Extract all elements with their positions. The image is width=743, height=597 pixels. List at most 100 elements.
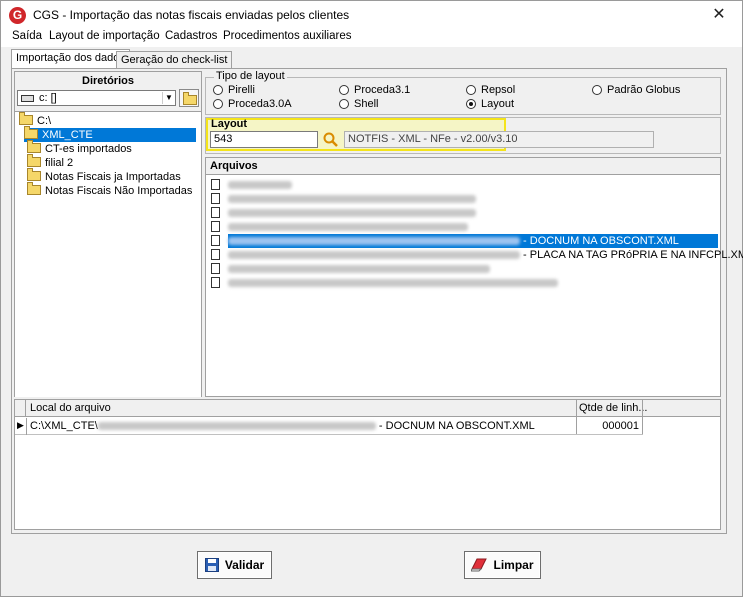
file-icon (211, 207, 220, 218)
menu-layout-importacao[interactable]: Layout de importação (49, 30, 160, 42)
validate-button-label: Validar (224, 558, 265, 572)
layout-code-input[interactable]: 543 (210, 131, 318, 148)
folder-icon (27, 154, 41, 167)
file-row[interactable] (206, 276, 720, 290)
menu-saida[interactable]: Saída (12, 30, 42, 42)
tree-item-xml-cte[interactable]: XML_CTE (24, 126, 196, 142)
radio-shell[interactable]: Shell (339, 98, 378, 110)
radio-icon (213, 85, 223, 95)
radio-icon (466, 85, 476, 95)
menu-procedimentos-auxiliares[interactable]: Procedimentos auxiliares (223, 30, 351, 42)
radio-label: Proceda3.1 (354, 84, 411, 96)
file-icon (211, 235, 220, 246)
files-list: - DOCNUM NA OBSCONT.XML - PLACA NA TAG P… (206, 177, 743, 397)
radio-icon (339, 85, 349, 95)
tab-geracao-check-list[interactable]: Geração do check-list (116, 51, 233, 69)
grid-cell-path: C:\XML_CTE\ - DOCNUM NA OBSCONT.XML (30, 420, 535, 432)
tab-importacao-dados[interactable]: Importação dos dados (11, 49, 130, 69)
directories-header: Diretórios (82, 75, 134, 87)
tree-item-notas-ja-importadas[interactable]: Notas Fiscais ja Importadas (27, 168, 181, 184)
file-row[interactable] (206, 220, 720, 234)
validate-button[interactable]: Validar (197, 551, 272, 579)
search-icon[interactable] (322, 131, 340, 148)
row-indicator-icon: ▶ (17, 420, 24, 430)
radio-padrao-globus[interactable]: Padrão Globus (592, 84, 680, 96)
grid-row[interactable]: ▶ C:\XML_CTE\ - DOCNUM NA OBSCONT.XML 00… (15, 418, 643, 435)
radio-icon (592, 85, 602, 95)
radio-pirelli[interactable]: Pirelli (213, 84, 255, 96)
radio-proceda31[interactable]: Proceda3.1 (339, 84, 410, 96)
tree-item-label: C:\ (37, 115, 52, 127)
file-row-selected[interactable]: - DOCNUM NA OBSCONT.XML (206, 234, 720, 248)
tree-item-ct-es-importados[interactable]: CT-es importados (27, 140, 132, 156)
radio-label: Proceda3.0A (228, 98, 292, 110)
folder-open-icon (19, 112, 33, 125)
layout-type-group: Tipo de layout Pirelli Proceda3.1 Repsol… (205, 70, 721, 115)
file-icon (211, 263, 220, 274)
clear-button[interactable]: Limpar (464, 551, 541, 579)
open-folder-icon (183, 92, 197, 105)
layout-type-legend: Tipo de layout (214, 70, 287, 82)
file-row[interactable] (206, 206, 720, 220)
drive-icon (21, 95, 34, 102)
redacted-filename (228, 251, 520, 260)
menu-cadastros[interactable]: Cadastros (165, 30, 217, 42)
radio-proceda30a[interactable]: Proceda3.0A (213, 98, 292, 110)
file-row[interactable]: - PLACA NA TAG PRóPRIA E NA INFCPL.XM (206, 248, 743, 262)
radio-layout[interactable]: Layout (466, 98, 514, 110)
tree-item-label: Notas Fiscais Não Importadas (45, 185, 193, 197)
open-folder-button[interactable] (179, 89, 199, 107)
app-logo-icon: G (9, 7, 26, 24)
radio-label: Pirelli (228, 84, 255, 96)
folder-icon (27, 140, 41, 153)
save-icon (204, 555, 219, 581)
redacted-path (97, 422, 376, 431)
radio-label: Repsol (481, 84, 516, 96)
redacted-filename (228, 265, 490, 274)
redacted-filename (228, 195, 476, 204)
tree-item-filial-2[interactable]: filial 2 (27, 154, 74, 170)
folder-open-icon (24, 126, 38, 139)
path-prefix: C:\XML_CTE\ (30, 420, 98, 432)
file-name-suffix: - DOCNUM NA OBSCONT.XML (520, 235, 679, 247)
tree-item-label: XML_CTE (42, 129, 93, 141)
file-row[interactable] (206, 192, 720, 206)
redacted-filename (228, 209, 476, 218)
folder-icon (27, 168, 41, 181)
title-bar: G CGS - Importação das notas fiscais env… (1, 1, 742, 29)
radio-repsol[interactable]: Repsol (466, 84, 515, 96)
tree-item-label: Notas Fiscais ja Importadas (45, 171, 181, 183)
clear-button-label: Limpar (493, 558, 534, 572)
folder-icon (27, 182, 41, 195)
drive-select-value: c: [] (39, 92, 57, 104)
radio-label: Layout (481, 98, 515, 110)
grid-indicator-header (15, 400, 26, 417)
radio-icon (466, 99, 476, 109)
close-icon[interactable]: ✕ (709, 5, 729, 25)
redacted-filename (228, 237, 520, 246)
tree-item-label: CT-es importados (45, 143, 132, 155)
file-name-suffix: - PLACA NA TAG PRóPRIA E NA INFCPL.XM (520, 249, 743, 261)
files-header: Arquivos (206, 158, 720, 175)
import-grid: Local do arquivo Qtde de linh... ▶ C:\XM… (14, 399, 721, 530)
radio-label: Padrão Globus (607, 84, 681, 96)
drive-select[interactable]: c: [] ▼ (17, 90, 176, 106)
grid-cell-qty: 000001 (602, 420, 639, 432)
redacted-filename (228, 279, 558, 288)
tree-item-label: filial 2 (45, 157, 74, 169)
layout-header: Layout (211, 118, 248, 130)
window-title: CGS - Importação das notas fiscais envia… (33, 8, 350, 22)
chevron-down-icon[interactable]: ▼ (162, 92, 175, 104)
tree-item-notas-nao-importadas[interactable]: Notas Fiscais Não Importadas (27, 182, 193, 198)
grid-col-local-arquivo[interactable]: Local do arquivo (30, 402, 111, 414)
redacted-filename (228, 181, 292, 190)
file-row[interactable] (206, 262, 720, 276)
directories-panel: Diretórios c: [] ▼ C:\ XML_CTE CT-es imp… (14, 71, 202, 397)
grid-col-qtde-linhas[interactable]: Qtde de linh... (579, 402, 648, 414)
file-icon (211, 277, 220, 288)
file-row[interactable] (206, 178, 720, 192)
layout-description-field: NOTFIS - XML - NFe - v2.00/v3.10 (344, 131, 654, 148)
menu-bar: Saída Layout de importação Cadastros Pro… (1, 29, 742, 47)
radio-icon (213, 99, 223, 109)
directory-tree: C:\ XML_CTE CT-es importados filial 2 No… (15, 111, 201, 397)
